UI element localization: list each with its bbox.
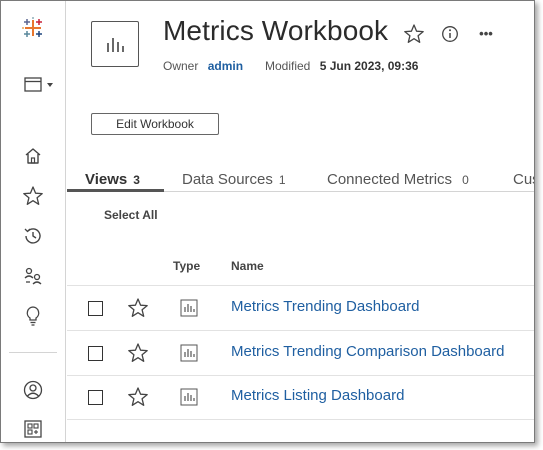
view-name-link[interactable]: Metrics Listing Dashboard [231,387,404,404]
shared-with-me-icon[interactable] [19,263,47,289]
edit-workbook-button[interactable]: Edit Workbook [91,113,219,135]
owner-meta: Owner admin [163,59,243,73]
home-icon[interactable] [19,143,47,169]
more-actions-icon[interactable]: ••• [475,22,497,44]
table-row: Metrics Listing Dashboard [67,375,534,420]
workbook-page: Metrics Workbook ••• Owner admin Modifie… [0,0,535,443]
modified-value: 5 Jun 2023, 09:36 [319,59,419,73]
sidebar [1,1,66,442]
row-checkbox[interactable] [88,301,103,316]
tab-data-sources[interactable]: Data Sources 1 [182,171,286,188]
row-checkbox[interactable] [88,346,103,361]
tab-views-count: 3 [133,173,140,187]
row-favorite-star-icon[interactable] [127,342,149,364]
favorite-star-icon[interactable] [403,23,425,45]
tab-custom-views-label: Cus [513,171,534,188]
select-all-button[interactable]: Select All [104,208,158,222]
tab-connected-metrics-count: 0 [462,173,469,187]
view-name-link[interactable]: Metrics Trending Comparison Dashboard [231,343,504,360]
owner-label: Owner [163,59,199,73]
view-name-link[interactable]: Metrics Trending Dashboard [231,298,419,315]
workbook-thumbnail-icon [91,21,139,67]
personal-space-icon[interactable] [19,377,47,403]
column-header-name[interactable]: Name [231,259,264,273]
modified-meta: Modified 5 Jun 2023, 09:36 [265,59,418,73]
owner-link[interactable]: admin [208,59,243,73]
info-icon[interactable] [439,23,461,45]
recommendations-icon[interactable] [19,303,47,329]
tab-views[interactable]: Views 3 [85,171,140,188]
tableau-logo-icon[interactable] [19,15,47,41]
tab-custom-views[interactable]: Cus [513,171,534,188]
column-header-type[interactable]: Type [173,259,200,273]
tab-views-label: Views [85,171,128,188]
tab-connected-metrics[interactable]: Connected Metrics 0 [327,171,469,188]
active-tab-indicator [67,189,164,192]
favorites-icon[interactable] [19,183,47,209]
row-checkbox[interactable] [88,390,103,405]
collections-icon[interactable] [19,416,47,442]
table-row: Metrics Trending Comparison Dashboard [67,331,534,376]
table-row: Metrics Trending Dashboard [67,286,534,331]
view-type-icon [180,344,198,362]
modified-label: Modified [265,59,311,73]
view-type-icon [180,299,198,317]
view-type-icon [180,388,198,406]
sidebar-divider [9,352,57,353]
browse-menu-icon[interactable] [23,72,57,98]
page-title: Metrics Workbook [163,15,389,46]
tab-data-sources-label: Data Sources [182,171,273,188]
row-favorite-star-icon[interactable] [127,297,149,319]
tab-connected-metrics-label: Connected Metrics [327,171,453,188]
recents-icon[interactable] [19,223,47,249]
tab-data-sources-count: 1 [278,173,286,187]
row-favorite-star-icon[interactable] [127,386,149,408]
